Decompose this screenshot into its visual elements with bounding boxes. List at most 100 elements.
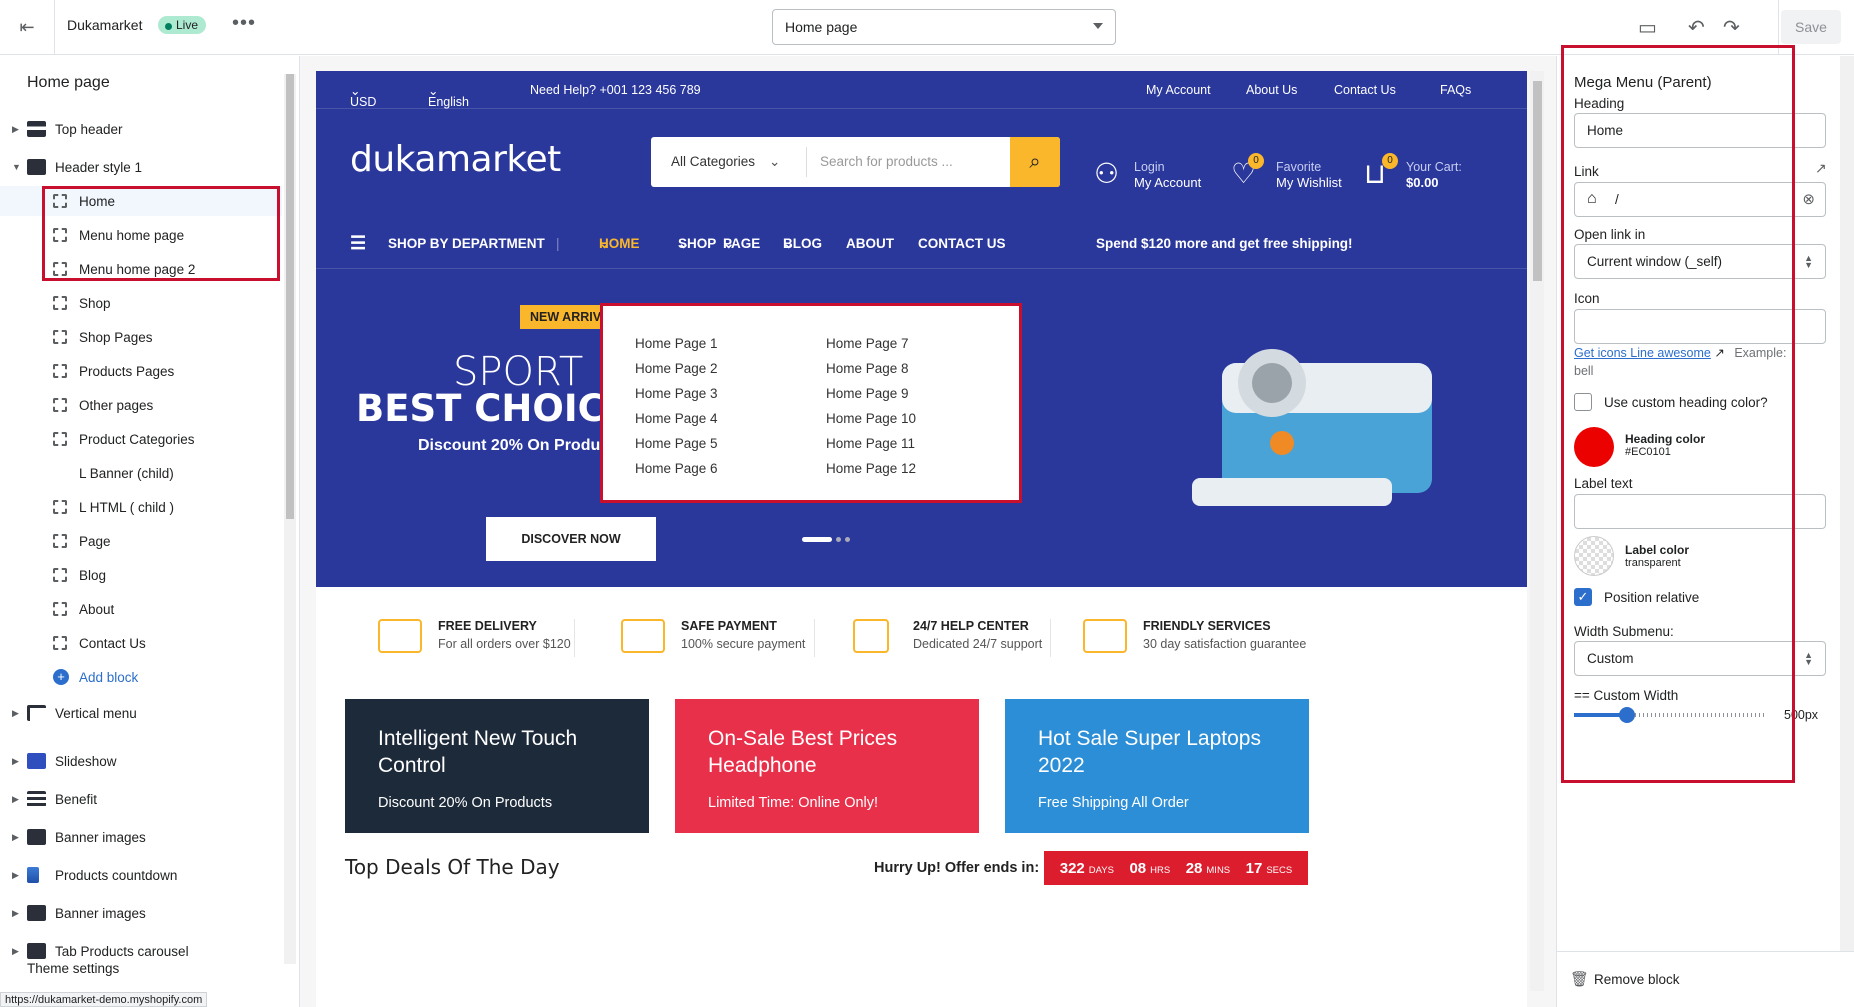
- mega-link[interactable]: Home Page 5: [635, 436, 718, 451]
- add-block-button[interactable]: + Add block: [0, 662, 282, 692]
- exit-icon: ⇤: [19, 17, 35, 37]
- position-relative-checkbox[interactable]: ✓: [1574, 588, 1592, 606]
- nav-page[interactable]: PAGE ⌄: [723, 236, 760, 252]
- nav-home[interactable]: HOME ⌄: [599, 236, 640, 252]
- mega-link[interactable]: Home Page 8: [826, 361, 909, 376]
- search-icon[interactable]: ⌕: [1010, 137, 1060, 187]
- block-contact-us[interactable]: Contact Us: [0, 628, 282, 658]
- exit-button[interactable]: ⇤: [0, 0, 55, 55]
- block-menu-home-page[interactable]: Menu home page: [0, 220, 282, 250]
- section-banner-images-2[interactable]: ▶ Banner images: [0, 898, 282, 928]
- more-actions-icon[interactable]: •••: [232, 12, 256, 35]
- mega-link[interactable]: Home Page 3: [635, 386, 718, 401]
- mega-link[interactable]: Home Page 1: [635, 336, 718, 351]
- block-shop[interactable]: Shop: [0, 288, 282, 318]
- currency-select[interactable]: USD ⌄: [350, 83, 376, 109]
- hamburger-icon[interactable]: ☰: [350, 233, 366, 254]
- store-search[interactable]: All Categories Search for products ... ⌕: [651, 137, 1060, 187]
- external-link-icon[interactable]: ↗: [1815, 160, 1827, 177]
- search-input[interactable]: Search for products ...: [820, 154, 953, 169]
- store-topbar: USD ⌄ English ⌄ Need Help? +001 123 456 …: [316, 71, 1527, 109]
- heading-color-swatch[interactable]: [1574, 427, 1614, 467]
- block-icon: [53, 228, 67, 242]
- panel-scrollbar[interactable]: [1840, 56, 1854, 951]
- width-submenu-select[interactable]: Custom ▲ ▼: [1574, 641, 1826, 676]
- label-color-swatch[interactable]: [1574, 536, 1614, 576]
- width-slider-knob[interactable]: [1619, 707, 1635, 723]
- mega-link[interactable]: Home Page 4: [635, 411, 718, 426]
- open-link-select[interactable]: Current window (_self) ▲ ▼: [1574, 244, 1826, 279]
- nav-blog[interactable]: BLOG ⌄: [783, 236, 822, 252]
- block-products-pages[interactable]: Products Pages: [0, 356, 282, 386]
- mega-link[interactable]: Home Page 2: [635, 361, 718, 376]
- category-select[interactable]: All Categories: [671, 154, 780, 170]
- status-url: https://dukamarket-demo.myshopify.com: [0, 992, 208, 1007]
- block-blog[interactable]: Blog: [0, 560, 282, 590]
- discover-now-button[interactable]: DISCOVER NOW: [486, 517, 656, 561]
- remove-block-button[interactable]: 🗑 Remove block: [1557, 951, 1854, 1007]
- language-select[interactable]: English ⌄: [428, 83, 469, 109]
- desktop-view-icon[interactable]: ▭: [1638, 15, 1657, 40]
- section-products-countdown[interactable]: ▶ Products countdown: [0, 860, 282, 890]
- sidebar-scroll-thumb[interactable]: [286, 74, 294, 519]
- block-about[interactable]: About: [0, 594, 282, 624]
- section-vertical-menu[interactable]: ▶ Vertical menu: [0, 698, 282, 728]
- icon-label: Icon: [1574, 291, 1600, 306]
- section-top-header[interactable]: ▶ Top header: [0, 114, 282, 144]
- sidebar-title: Home page: [27, 74, 110, 91]
- banner-laptops[interactable]: Hot Sale Super Laptops 2022 Free Shipping…: [1005, 699, 1309, 833]
- block-other-pages[interactable]: Other pages: [0, 390, 282, 420]
- mega-link[interactable]: Home Page 12: [826, 461, 916, 476]
- block-shop-pages[interactable]: Shop Pages: [0, 322, 282, 352]
- block-home[interactable]: Home: [0, 186, 282, 216]
- user-icon[interactable]: ⚇: [1094, 157, 1119, 190]
- mega-link[interactable]: Home Page 11: [826, 436, 915, 451]
- wishlist-link[interactable]: Favorite My Wishlist: [1276, 159, 1342, 191]
- link-faqs[interactable]: FAQs: [1440, 83, 1471, 97]
- block-menu-home-page-2[interactable]: Menu home page 2: [0, 254, 282, 284]
- shop-by-department[interactable]: SHOP BY DEPARTMENT: [388, 236, 545, 251]
- redo-icon[interactable]: ↷: [1723, 15, 1740, 40]
- clear-icon[interactable]: ⊗: [1802, 190, 1815, 208]
- cart-link[interactable]: Your Cart: $0.00: [1406, 159, 1462, 191]
- mega-link[interactable]: Home Page 6: [635, 461, 718, 476]
- mega-link[interactable]: Home Page 7: [826, 336, 909, 351]
- heading-input[interactable]: Home: [1574, 113, 1826, 148]
- card-icon: [621, 619, 665, 653]
- section-slideshow[interactable]: ▶ Slideshow: [0, 746, 282, 776]
- block-page[interactable]: Page: [0, 526, 282, 556]
- label-text-input[interactable]: [1574, 494, 1826, 529]
- banner-headphone[interactable]: On-Sale Best Prices Headphone Limited Tim…: [675, 699, 979, 833]
- mega-link[interactable]: Home Page 10: [826, 411, 916, 426]
- block-html-child[interactable]: L HTML ( child ): [0, 492, 282, 522]
- link-contact-us[interactable]: Contact Us: [1334, 83, 1396, 97]
- block-product-categories[interactable]: Product Categories: [0, 424, 282, 454]
- icon-input[interactable]: [1574, 309, 1826, 344]
- login-link[interactable]: Login My Account: [1134, 159, 1201, 191]
- link-about-us[interactable]: About Us: [1246, 83, 1297, 97]
- banner-touch-control[interactable]: Intelligent New Touch Control Discount 20…: [345, 699, 649, 833]
- nav-about[interactable]: ABOUT: [846, 236, 894, 251]
- block-banner-child[interactable]: L Banner (child): [0, 458, 282, 488]
- page-selector[interactable]: Home page: [772, 9, 1116, 45]
- section-benefit[interactable]: ▶ Benefit: [0, 784, 282, 814]
- undo-icon[interactable]: ↶: [1688, 15, 1705, 40]
- custom-width-label: == Custom Width: [1574, 688, 1679, 703]
- custom-heading-color-checkbox[interactable]: [1574, 393, 1592, 411]
- heading-label: Heading: [1574, 96, 1625, 111]
- save-button[interactable]: Save: [1781, 10, 1841, 44]
- store-logo[interactable]: dukamarket: [350, 139, 561, 180]
- link-input[interactable]: ⌂ / ⊗: [1574, 182, 1826, 217]
- theme-settings-link[interactable]: Theme settings: [27, 961, 119, 976]
- get-icons-link[interactable]: Get icons Line awesome: [1574, 346, 1711, 360]
- mega-link[interactable]: Home Page 9: [826, 386, 909, 401]
- link-my-account[interactable]: My Account: [1146, 83, 1211, 97]
- preview-scroll-thumb[interactable]: [1533, 81, 1542, 281]
- nav-contact-us[interactable]: CONTACT US: [918, 236, 1006, 251]
- nav-shop[interactable]: SHOP ⌄: [678, 236, 716, 252]
- block-settings-panel: Mega Menu (Parent) Heading Home Link ↗ ⌂…: [1556, 45, 1854, 1007]
- section-header-style-1[interactable]: ▼ Header style 1: [0, 152, 282, 182]
- block-icon: [53, 296, 67, 310]
- section-banner-images[interactable]: ▶ Banner images: [0, 822, 282, 852]
- slider-dots[interactable]: [802, 529, 854, 547]
